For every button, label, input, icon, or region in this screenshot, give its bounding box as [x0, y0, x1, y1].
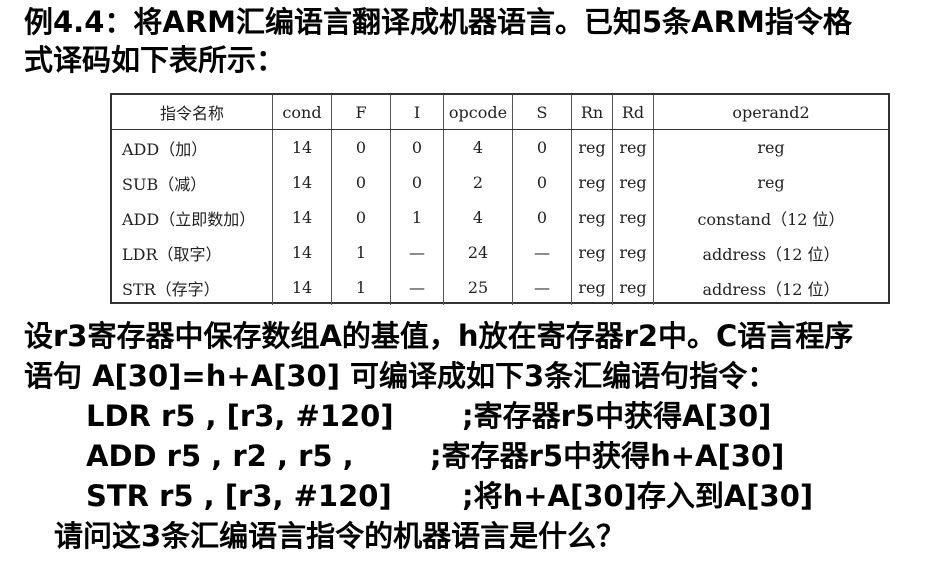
cell: 1 [331, 235, 391, 270]
cell: reg [571, 270, 613, 305]
header-rd: Rd [612, 95, 654, 130]
cell: 0 [512, 129, 572, 165]
cell: reg [757, 138, 785, 157]
cell: 0 [390, 129, 444, 165]
header-cond: cond [272, 95, 332, 130]
cell: reg [571, 165, 613, 200]
table-header-row: 指令名称 cond F I opcode S Rn Rd operand2 [112, 95, 888, 130]
cell: address（12 位） [702, 244, 840, 264]
cell: — [390, 235, 444, 270]
cell: 14 [272, 270, 332, 305]
body-line-2: 语句 A[30]=h+A[30] 可编译成如下3条汇编语句指令： [24, 359, 777, 393]
header-name: 指令名称 [112, 95, 273, 130]
cell: 2 [443, 165, 513, 200]
header-i: I [390, 95, 444, 130]
cell: reg [612, 235, 654, 270]
cell: 0 [331, 129, 391, 165]
cell: 24 [443, 235, 513, 270]
cell: 0 [512, 165, 572, 200]
table-row: ADD（加） 14 0 0 4 0 reg reg reg [112, 129, 888, 165]
cell: 0 [390, 165, 444, 200]
cell: — [390, 270, 444, 305]
cell: address（12 位） [702, 279, 840, 299]
table-row: SUB（减） 14 0 0 2 0 reg reg reg [112, 165, 888, 200]
code-instruction: STR r5 , [r3, #120] [86, 479, 392, 513]
cell: 14 [272, 235, 332, 270]
cell: reg [571, 200, 613, 235]
code-comment: ;将h+A[30]存入到A[30] [462, 479, 814, 513]
table-row: ADD（立即数加） 14 0 1 4 0 reg reg constand（12… [112, 200, 888, 235]
cell: reg [612, 270, 654, 305]
intro-line-2: 式译码如下表所示： [24, 43, 286, 77]
header-s: S [512, 95, 572, 130]
code-instruction: LDR r5 , [r3, #120] [86, 399, 394, 433]
cell: reg [571, 235, 613, 270]
cell: ADD（立即数加） [112, 200, 273, 235]
header-opcode: opcode [443, 95, 513, 130]
cell: 1 [331, 270, 391, 305]
cell: 0 [331, 165, 391, 200]
cell: — [512, 270, 572, 305]
cell: 0 [331, 200, 391, 235]
cell: — [512, 235, 572, 270]
cell: 14 [272, 129, 332, 165]
body-line-1: 设r3寄存器中保存数组A的基值，h放在寄存器r2中。C语言程序 [24, 319, 854, 353]
cell: 1 [390, 200, 444, 235]
cell: reg [612, 165, 654, 200]
table-row: LDR（取字） 14 1 — 24 — reg reg address（12 位… [112, 235, 888, 270]
cell: 14 [272, 200, 332, 235]
cell: reg [757, 173, 785, 192]
cell: 14 [272, 165, 332, 200]
code-comment: ;寄存器r5中获得A[30] [462, 399, 772, 433]
cell: reg [612, 200, 654, 235]
cell: ADD（加） [112, 129, 273, 165]
cell: STR（存字） [112, 270, 273, 305]
cell: 4 [443, 129, 513, 165]
cell: reg [571, 129, 613, 165]
code-instruction: ADD r5 , r2 , r5 , [86, 439, 354, 473]
cell: LDR（取字） [112, 235, 273, 270]
code-comment: ;寄存器r5中获得h+A[30] [430, 439, 785, 473]
cell: constand（12 位） [697, 209, 845, 229]
question: 请问这3条汇编语言指令的机器语言是什么？ [54, 519, 626, 553]
header-operand2: operand2 [653, 95, 888, 130]
instruction-format-table: 指令名称 cond F I opcode S Rn Rd operand2 AD… [110, 93, 890, 305]
cell: 0 [512, 200, 572, 235]
header-rn: Rn [571, 95, 613, 130]
cell: 4 [443, 200, 513, 235]
intro-line-1: 例4.4：将ARM汇编语言翻译成机器语言。已知5条ARM指令格 [24, 5, 852, 39]
cell: reg [612, 129, 654, 165]
cell: SUB（减） [112, 165, 273, 200]
table-row: STR（存字） 14 1 — 25 — reg reg address（12 位… [112, 270, 888, 305]
cell: 25 [443, 270, 513, 305]
header-f: F [331, 95, 391, 130]
